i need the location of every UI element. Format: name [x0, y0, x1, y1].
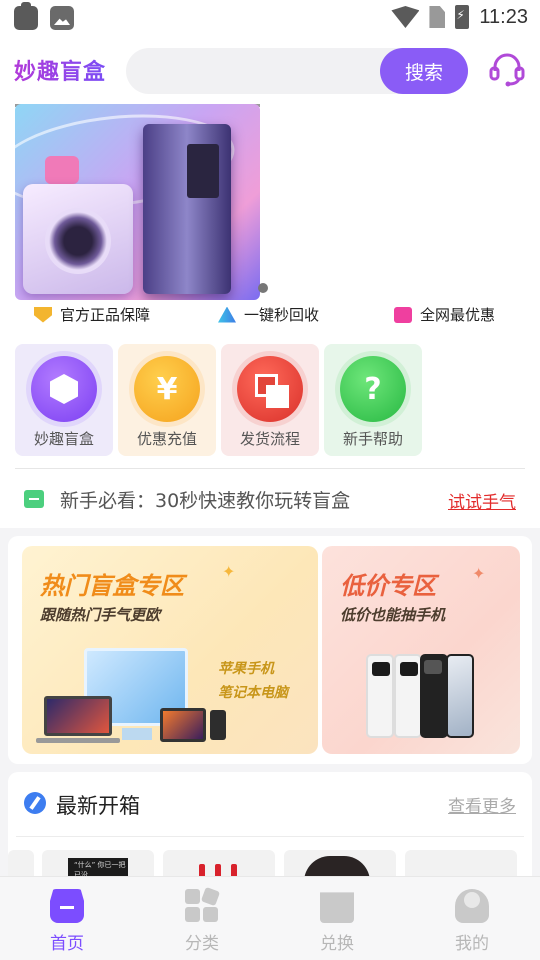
section-title: 最新开箱 — [56, 794, 140, 818]
tab-category[interactable]: 分类 — [147, 877, 257, 960]
star-icon: ✦ — [222, 562, 236, 581]
heart-bubble-icon — [45, 156, 79, 184]
ipad-image — [160, 708, 206, 742]
newest-unboxing-section: 最新开箱 查看更多 “什么” 你已一把已没 — [8, 772, 532, 882]
pen-icon — [24, 792, 46, 814]
shop-icon — [320, 892, 354, 923]
search-button[interactable]: 搜索 — [380, 48, 468, 94]
shortcut-label: 妙趣盲盒 — [33, 430, 94, 448]
feature-row: 官方正品保障 一键秒回收 全网最优惠 — [0, 304, 540, 330]
notice-bar: 新手必看：30秒快速教你玩转盲盒 试试手气 — [0, 482, 540, 516]
laptop-base — [36, 738, 120, 743]
question-icon: ? — [340, 356, 406, 422]
refrigerator-image — [143, 124, 231, 294]
coupon-icon — [394, 306, 412, 323]
squares-icon — [237, 356, 303, 422]
status-bar: 11:23 — [0, 0, 540, 36]
tab-label: 我的 — [455, 934, 489, 954]
cube-icon — [31, 356, 97, 422]
shortcut-shipping[interactable]: 发货流程 — [221, 344, 319, 456]
tab-exchange[interactable]: 兑换 — [282, 877, 392, 960]
tab-label: 兑换 — [320, 934, 354, 954]
notice-text: 新手必看：30秒快速教你玩转盲盒 — [60, 490, 351, 512]
tab-label: 首页 — [50, 934, 84, 954]
imac-stand — [122, 728, 152, 740]
feature-genuine: 官方正品保障 — [34, 304, 150, 325]
app-header: 妙趣盲盒 搜索 — [0, 36, 540, 104]
shortcut-label: 优惠充值 — [136, 430, 197, 448]
promo-banner[interactable] — [15, 104, 260, 300]
promo-subtitle: 低价也能抽手机 — [340, 606, 446, 624]
promo-title: 热门盲盒专区 — [40, 572, 184, 600]
status-time: 11:23 — [479, 5, 528, 28]
shortcut-blind-box[interactable]: 妙趣盲盒 — [15, 344, 113, 456]
customer-service-icon[interactable] — [489, 53, 525, 87]
feature-label: 官方正品保障 — [60, 306, 151, 324]
tab-home[interactable]: 首页 — [12, 877, 122, 960]
user-icon — [455, 889, 489, 923]
shortcut-label: 发货流程 — [239, 430, 300, 448]
bottom-tab-bar: 首页 分类 兑换 我的 — [0, 876, 540, 960]
wifi-icon — [391, 6, 420, 28]
home-top-panel: 官方正品保障 一键秒回收 全网最优惠 妙趣盲盒 ¥ 优惠充值 发货流程 ? 新手… — [0, 104, 540, 528]
shortcut-label: 新手帮助 — [342, 430, 403, 448]
triangle-icon — [218, 306, 236, 323]
home-box-icon — [50, 889, 84, 923]
star-icon: ✦ — [472, 564, 486, 583]
low-price-card[interactable]: 低价专区 ✦ 低价也能抽手机 — [322, 546, 520, 754]
tab-profile[interactable]: 我的 — [417, 877, 527, 960]
hot-blind-box-card[interactable]: 热门盲盒专区 ✦ 跟随热门手气更欧 苹果手机 笔记本电脑 — [22, 546, 318, 754]
shortcut-recharge[interactable]: ¥ 优惠充值 — [118, 344, 216, 456]
yen-icon: ¥ — [134, 356, 200, 422]
app-logo: 妙趣盲盒 — [14, 54, 106, 86]
search-bar: 搜索 — [126, 48, 468, 94]
divider — [15, 468, 525, 469]
view-more-link[interactable]: 查看更多 — [448, 792, 516, 817]
feature-label: 全网最优惠 — [420, 306, 496, 324]
promo-tag: 笔记本电脑 — [218, 685, 288, 701]
shield-icon — [34, 306, 52, 323]
notice-icon — [24, 490, 44, 508]
washing-machine-image — [23, 184, 133, 294]
notification-app-icon — [14, 2, 38, 30]
iphone-image — [210, 710, 226, 740]
tab-label: 分类 — [185, 934, 219, 954]
phone-image — [420, 654, 448, 738]
promo-title: 低价专区 — [340, 572, 436, 600]
feature-best-price: 全网最优惠 — [394, 304, 495, 325]
feature-label: 一键秒回收 — [244, 306, 320, 324]
promo-tag: 苹果手机 — [218, 661, 274, 677]
banner-pagination-dot[interactable] — [258, 283, 268, 293]
divider — [16, 836, 524, 837]
laptop-image — [44, 696, 112, 736]
phone-image — [394, 654, 422, 738]
image-notification-icon — [50, 6, 74, 30]
shortcut-help[interactable]: ? 新手帮助 — [324, 344, 422, 456]
battery-charging-icon — [455, 5, 470, 29]
promo-section: 热门盲盒专区 ✦ 跟随热门手气更欧 苹果手机 笔记本电脑 低价专区 ✦ 低价也能… — [8, 536, 532, 764]
feature-recycle: 一键秒回收 — [218, 304, 319, 325]
search-input[interactable] — [142, 48, 372, 94]
no-sim-icon — [429, 6, 446, 28]
phone-image — [446, 654, 474, 738]
category-grid-icon — [185, 886, 221, 923]
phone-image — [366, 654, 394, 738]
try-luck-link[interactable]: 试试手气 — [448, 488, 516, 513]
promo-subtitle: 跟随热门手气更欧 — [40, 606, 161, 624]
